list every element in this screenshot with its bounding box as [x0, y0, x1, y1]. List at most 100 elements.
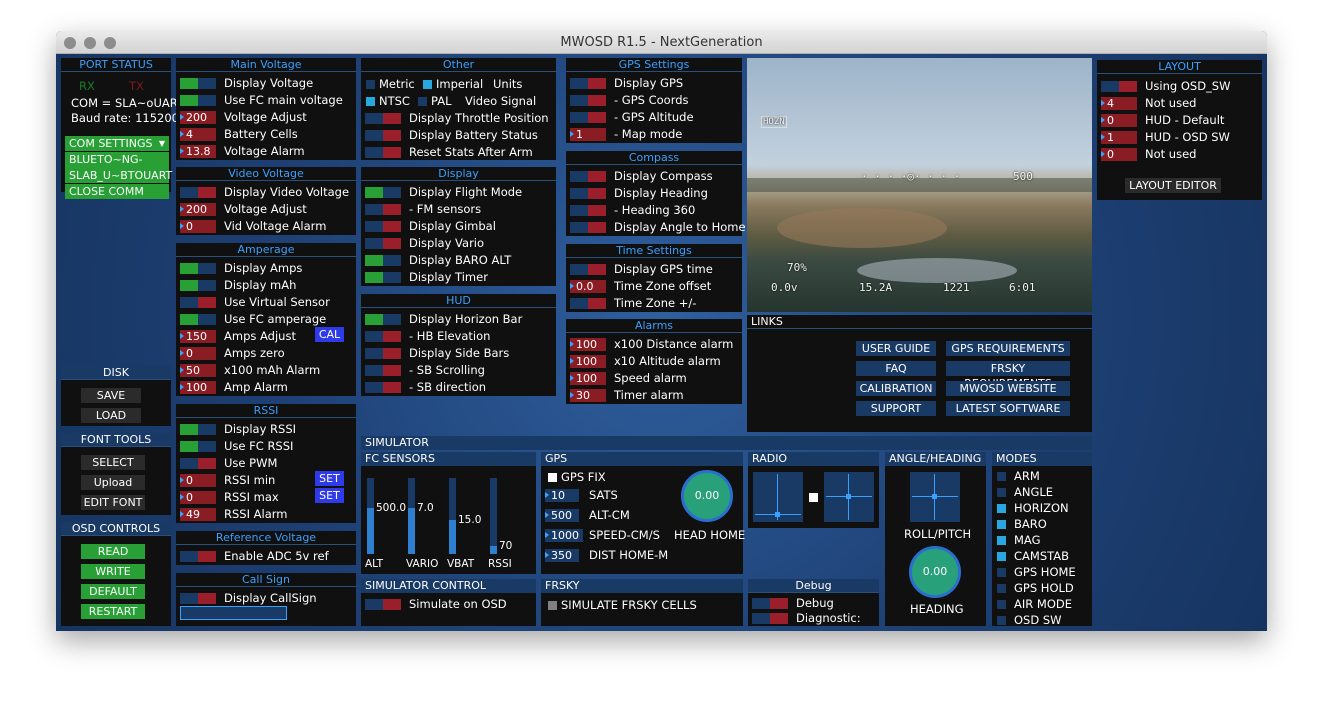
- toggle-switch[interactable]: [570, 222, 606, 233]
- left-stick-knob[interactable]: [775, 512, 780, 517]
- value-field[interactable]: 1: [1101, 131, 1137, 144]
- value-field[interactable]: 0: [1101, 148, 1137, 161]
- toggle-switch[interactable]: [365, 221, 401, 232]
- toggle-switch[interactable]: [180, 441, 216, 452]
- ntsc-radio[interactable]: [366, 97, 375, 106]
- port-option-slab[interactable]: SLAB_U~BTOUART: [65, 168, 172, 183]
- value-field[interactable]: 49: [180, 508, 216, 521]
- close-comm-button[interactable]: CLOSE COMM: [65, 184, 169, 199]
- toggle-switch[interactable]: [570, 171, 606, 182]
- right-stick-knob[interactable]: [846, 494, 851, 499]
- toggle-switch[interactable]: [570, 95, 606, 106]
- gps-sim-value[interactable]: 10: [545, 489, 579, 502]
- call-sign-input[interactable]: [180, 606, 287, 620]
- toggle-switch[interactable]: [365, 113, 401, 124]
- toggle-switch[interactable]: [365, 599, 401, 610]
- value-field[interactable]: 4: [180, 128, 216, 141]
- imperial-radio[interactable]: [423, 80, 432, 89]
- fc-sensor-slider-vbat[interactable]: [449, 478, 456, 554]
- head-home-dial[interactable]: 0.00: [681, 470, 733, 522]
- toggle-switch[interactable]: [180, 314, 216, 325]
- faq-link[interactable]: FAQ: [856, 361, 936, 376]
- toggle-switch[interactable]: [365, 255, 401, 266]
- load-button[interactable]: LOAD: [81, 408, 141, 423]
- read-button[interactable]: READ: [81, 544, 145, 559]
- frsky-cells-checkbox[interactable]: [548, 601, 557, 610]
- toggle-switch[interactable]: [180, 297, 216, 308]
- toggle-switch[interactable]: [180, 78, 216, 89]
- toggle-switch[interactable]: [180, 280, 216, 291]
- toggle-switch[interactable]: [570, 112, 606, 123]
- gps-requirements-link[interactable]: GPS REQUIREMENTS: [946, 341, 1070, 356]
- select-font-button[interactable]: SELECT: [81, 455, 145, 470]
- value-field[interactable]: 100: [570, 355, 606, 368]
- mode-checkbox[interactable]: [997, 616, 1006, 625]
- save-button[interactable]: SAVE: [81, 388, 141, 403]
- mode-checkbox[interactable]: [997, 504, 1006, 513]
- left-stick-pad[interactable]: [753, 472, 803, 522]
- gps-sim-value[interactable]: 500: [545, 509, 579, 522]
- toggle-switch[interactable]: [365, 382, 401, 393]
- toggle-switch[interactable]: [365, 130, 401, 141]
- toggle-switch[interactable]: [570, 78, 606, 89]
- mode-checkbox[interactable]: [997, 536, 1006, 545]
- toggle-switch[interactable]: [365, 331, 401, 342]
- fc-sensor-slider-alt[interactable]: [367, 478, 374, 554]
- toggle-switch[interactable]: [570, 205, 606, 216]
- toggle-switch[interactable]: [365, 238, 401, 249]
- toggle-switch[interactable]: [180, 593, 216, 604]
- toggle-switch[interactable]: [180, 551, 216, 562]
- roll-pitch-knob[interactable]: [932, 494, 937, 499]
- toggle-switch[interactable]: [365, 272, 401, 283]
- heading-dial[interactable]: 0.00: [909, 546, 961, 598]
- toggle-switch[interactable]: [365, 348, 401, 359]
- toggle-switch[interactable]: [365, 365, 401, 376]
- layout-editor-button[interactable]: LAYOUT EDITOR: [1125, 178, 1221, 193]
- toggle-switch[interactable]: [752, 598, 788, 609]
- value-field[interactable]: 50: [180, 364, 216, 377]
- mwosd-website-link[interactable]: MWOSD WEBSITE: [946, 381, 1070, 396]
- value-field[interactable]: 0: [180, 491, 216, 504]
- calibration-link[interactable]: CALIBRATION: [856, 381, 936, 396]
- value-field[interactable]: 13.8: [180, 145, 216, 158]
- toggle-switch[interactable]: [570, 298, 606, 309]
- mode-checkbox[interactable]: [997, 552, 1006, 561]
- user-guide-link[interactable]: USER GUIDE: [856, 341, 936, 356]
- value-field[interactable]: 4: [1101, 97, 1137, 110]
- toggle-switch[interactable]: [180, 263, 216, 274]
- toggle-switch[interactable]: [365, 187, 401, 198]
- value-field[interactable]: 100: [570, 338, 606, 351]
- toggle-switch[interactable]: [180, 95, 216, 106]
- upload-font-button[interactable]: Upload: [81, 475, 145, 490]
- value-field[interactable]: 200: [180, 111, 216, 124]
- value-field[interactable]: 0: [180, 474, 216, 487]
- toggle-switch[interactable]: [365, 204, 401, 215]
- roll-pitch-pad[interactable]: [910, 472, 960, 522]
- toggle-switch[interactable]: [180, 458, 216, 469]
- value-field[interactable]: 0.0: [570, 280, 606, 293]
- latest-software-link[interactable]: LATEST SOFTWARE: [946, 401, 1070, 416]
- gps-fix-checkbox[interactable]: [548, 473, 557, 482]
- value-field[interactable]: 100: [180, 381, 216, 394]
- write-button[interactable]: WRITE: [81, 564, 145, 579]
- mode-checkbox[interactable]: [997, 472, 1006, 481]
- gps-sim-value[interactable]: 350: [545, 549, 579, 562]
- mode-checkbox[interactable]: [997, 600, 1006, 609]
- mode-checkbox[interactable]: [997, 488, 1006, 497]
- toggle-switch[interactable]: [365, 147, 401, 158]
- right-stick-pad[interactable]: [824, 472, 874, 522]
- fc-sensor-slider-rssi[interactable]: [490, 478, 497, 554]
- toggle-switch[interactable]: [570, 264, 606, 275]
- value-field[interactable]: 100: [570, 372, 606, 385]
- fc-sensor-slider-vario[interactable]: [408, 478, 415, 554]
- toggle-switch[interactable]: [752, 613, 788, 624]
- toggle-switch[interactable]: [180, 187, 216, 198]
- toggle-switch[interactable]: [1101, 81, 1137, 92]
- restart-button[interactable]: RESTART: [81, 604, 145, 619]
- value-field[interactable]: 150: [180, 330, 216, 343]
- toggle-switch[interactable]: [180, 424, 216, 435]
- mode-checkbox[interactable]: [997, 520, 1006, 529]
- pal-radio[interactable]: [418, 97, 427, 106]
- support-link[interactable]: SUPPORT: [856, 401, 936, 416]
- mode-checkbox[interactable]: [997, 568, 1006, 577]
